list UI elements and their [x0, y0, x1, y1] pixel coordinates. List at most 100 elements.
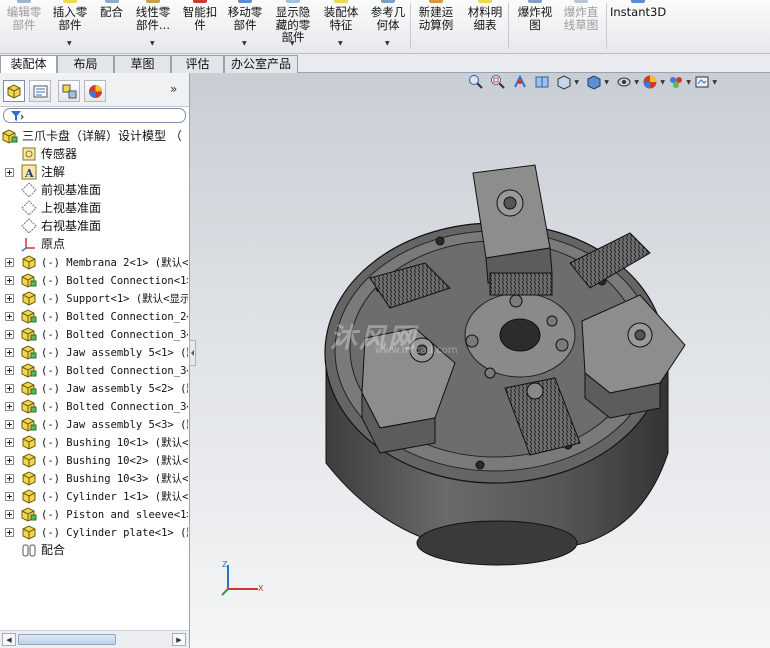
- expand-toggle-icon[interactable]: [5, 276, 14, 285]
- display-manager-tab[interactable]: [84, 80, 106, 102]
- appearance-sphere-icon: [89, 85, 102, 98]
- expand-toggle-icon[interactable]: [5, 402, 14, 411]
- expand-toggle-icon[interactable]: [5, 168, 14, 177]
- insert-components-button[interactable]: 插入零 部件 ▼: [47, 0, 93, 53]
- expand-toggle-icon[interactable]: [5, 366, 14, 375]
- linear-component-pattern-button[interactable]: 线性零 部件... ▼: [130, 0, 176, 53]
- tree-node[interactable]: (-) Cylinder plate<1> (默: [0, 523, 188, 541]
- show-hidden-components-button[interactable]: 显示隐 藏的零 部件 ▼: [270, 0, 316, 53]
- apply-scene-icon[interactable]: ▼: [668, 74, 691, 90]
- chevron-down-icon[interactable]: ▼: [338, 38, 343, 51]
- smart-fasteners-icon: [193, 0, 207, 3]
- tree-node[interactable]: (-) Jaw assembly 5<3> (默: [0, 415, 188, 433]
- tree-node[interactable]: (-) Bolted Connection_3<: [0, 361, 188, 379]
- view-orientation-icon[interactable]: ▼: [556, 74, 579, 90]
- tree-node-label: 传感器: [41, 147, 78, 161]
- expand-toggle-icon[interactable]: [5, 528, 14, 537]
- smart-fasteners-button[interactable]: 智能扣 件: [178, 0, 222, 53]
- property-manager-tab[interactable]: [29, 80, 51, 102]
- tree-filter-input[interactable]: [3, 108, 186, 123]
- subassembly-icon: [21, 506, 37, 522]
- scroll-left-button[interactable]: ◀: [2, 633, 16, 646]
- exploded-view-label: 爆炸视 图: [517, 5, 553, 32]
- configuration-manager-tab[interactable]: [58, 80, 80, 102]
- tree-node[interactable]: A 注解: [0, 163, 188, 181]
- expand-toggle-icon[interactable]: [5, 258, 14, 267]
- tree-node[interactable]: 右视基准面: [0, 217, 188, 235]
- reference-geometry-button[interactable]: 参考几 何体 ▼: [365, 0, 411, 53]
- tree-node[interactable]: 配合: [0, 541, 188, 559]
- tab-sketch[interactable]: 草图: [114, 55, 171, 73]
- hide-show-items-icon[interactable]: ▼: [616, 74, 639, 90]
- tree-node[interactable]: (-) Bolted Connection_2<: [0, 307, 188, 325]
- tree-node[interactable]: (-) Bolted Connection_3<: [0, 325, 188, 343]
- part-icon: [21, 524, 37, 540]
- tab-layout[interactable]: 布局: [57, 55, 114, 73]
- expand-toggle-icon[interactable]: [5, 510, 14, 519]
- tree-node[interactable]: (-) Bolted Connection<1>: [0, 271, 188, 289]
- exploded-view-button[interactable]: 爆炸视 图: [512, 0, 558, 53]
- chevron-down-icon[interactable]: ▼: [150, 38, 155, 51]
- scroll-thumb[interactable]: [18, 634, 116, 645]
- expand-toggle-icon[interactable]: [5, 294, 14, 303]
- watermark-url: www.mfcad.com: [375, 345, 458, 356]
- section-view-icon[interactable]: [534, 74, 550, 90]
- expand-toggle-icon[interactable]: [5, 330, 14, 339]
- chevron-down-icon[interactable]: ▼: [290, 38, 295, 51]
- tree-node[interactable]: 原点: [0, 235, 188, 253]
- tree-node[interactable]: (-) Bushing 10<2> (默认<: [0, 451, 188, 469]
- expand-toggle-icon[interactable]: [5, 384, 14, 393]
- scroll-right-button[interactable]: ▶: [172, 633, 186, 646]
- tree-node[interactable]: (-) Bushing 10<3> (默认<: [0, 469, 188, 487]
- tree-node[interactable]: (-) Jaw assembly 5<1> (默: [0, 343, 188, 361]
- tree-node[interactable]: (-) Support<1> (默认<显示: [0, 289, 188, 307]
- tree-node[interactable]: (-) Membrana 2<1> (默认<: [0, 253, 188, 271]
- expand-toggle-icon[interactable]: [5, 348, 14, 357]
- assembly-features-button[interactable]: 装配体 特征 ▼: [318, 0, 364, 53]
- tree-horizontal-scrollbar[interactable]: ◀ ▶: [0, 630, 189, 648]
- tree-node[interactable]: 前视基准面: [0, 181, 188, 199]
- sensor-icon: [21, 146, 37, 162]
- instant3d-button[interactable]: Instant3D: [610, 0, 666, 53]
- feature-manager-tab[interactable]: [3, 80, 25, 102]
- tree-node[interactable]: (-) Jaw assembly 5<2> (默: [0, 379, 188, 397]
- tree-node[interactable]: 传感器: [0, 145, 188, 163]
- mate-button[interactable]: 配合: [93, 0, 130, 53]
- view-settings-icon[interactable]: ▼: [694, 74, 717, 90]
- chevron-down-icon[interactable]: ▼: [67, 38, 72, 51]
- tab-office-products[interactable]: 办公室产品: [224, 55, 298, 73]
- chevron-down-icon[interactable]: ▼: [385, 38, 390, 51]
- tree-node[interactable]: (-) Bushing 10<1> (默认<: [0, 433, 188, 451]
- expand-toggle-icon[interactable]: [5, 456, 14, 465]
- zoom-to-area-icon[interactable]: [490, 74, 506, 90]
- tree-node-label: (-) Bolted Connection_3<: [41, 401, 188, 413]
- move-component-button[interactable]: 移动零 部件 ▼: [222, 0, 268, 53]
- expand-toggle-icon[interactable]: [5, 492, 14, 501]
- previous-view-icon[interactable]: [512, 74, 528, 90]
- zoom-to-fit-icon[interactable]: [468, 74, 484, 90]
- expand-toggle-icon[interactable]: [5, 420, 14, 429]
- edit-appearance-icon[interactable]: ▼: [642, 74, 665, 90]
- expand-toggle-icon[interactable]: [5, 438, 14, 447]
- edit-component-button[interactable]: 编辑零 部件: [2, 0, 46, 53]
- more-tabs-chevron-icon[interactable]: »: [170, 82, 177, 96]
- insert-components-icon: [63, 0, 77, 3]
- chevron-down-icon[interactable]: ▼: [242, 38, 247, 51]
- display-style-icon[interactable]: ▼: [586, 74, 609, 90]
- graphics-viewport[interactable]: 沐风网 www.mfcad.com ▼ ▼ ▼ ▼ ▼ ▼ Z X: [190, 73, 770, 648]
- expand-toggle-icon[interactable]: [5, 312, 14, 321]
- tab-evaluate[interactable]: 评估: [171, 55, 224, 73]
- bill-of-materials-button[interactable]: 材料明 细表: [462, 0, 508, 53]
- explode-line-sketch-icon: [574, 0, 588, 3]
- tree-root-assembly[interactable]: 三爪卡盘（详解）设计模型 （: [0, 127, 188, 145]
- tree-node[interactable]: 上视基准面: [0, 199, 188, 217]
- tab-assembly[interactable]: 装配体: [0, 55, 57, 74]
- explode-line-sketch-button[interactable]: 爆炸直 线草图: [558, 0, 604, 53]
- three-jaw-chuck-model[interactable]: [190, 73, 770, 648]
- pane-collapse-handle[interactable]: [189, 340, 196, 366]
- new-motion-study-button[interactable]: 新建运 动算例: [413, 0, 459, 53]
- expand-toggle-icon[interactable]: [5, 474, 14, 483]
- tree-node[interactable]: (-) Bolted Connection_3<: [0, 397, 188, 415]
- tree-node[interactable]: (-) Piston and sleeve<1>: [0, 505, 188, 523]
- tree-node[interactable]: (-) Cylinder 1<1> (默认<: [0, 487, 188, 505]
